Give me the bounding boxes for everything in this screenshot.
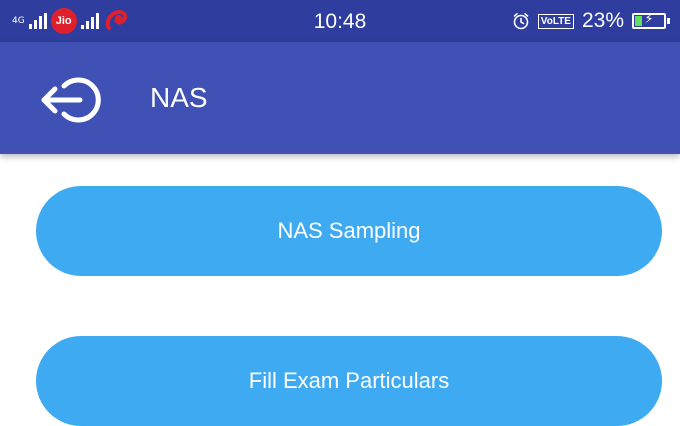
battery-percent: 23% (581, 9, 624, 32)
fill-exam-particulars-button[interactable]: Fill Exam Particulars (36, 336, 662, 426)
airtel-icon (105, 9, 127, 30)
logout-arrow-icon[interactable] (38, 72, 108, 128)
volte-badge: VoLTE (537, 13, 574, 29)
alarm-icon (513, 13, 529, 30)
page-title: NAS (150, 82, 208, 113)
app-bar: NAS (0, 42, 680, 154)
signal-icon-secondary (80, 13, 99, 29)
battery-charging-icon: ⚡ (632, 12, 670, 29)
signal-icon (28, 13, 47, 29)
jio-badge-label: Jio (55, 15, 72, 27)
status-right: VoLTE 23% ⚡ (512, 0, 670, 42)
status-bar: 4G Jio 10:48 VoLTE 23% ⚡ (0, 0, 680, 42)
jio-icon: Jio (50, 8, 77, 34)
status-left: 4G Jio (12, 6, 129, 36)
back-arrow-svg (41, 77, 101, 123)
network-type-label: 4G (12, 15, 25, 26)
network-type: 4G (12, 15, 25, 26)
charging-bolt-icon: ⚡ (644, 12, 654, 27)
nas-sampling-button[interactable]: NAS Sampling (36, 186, 662, 276)
